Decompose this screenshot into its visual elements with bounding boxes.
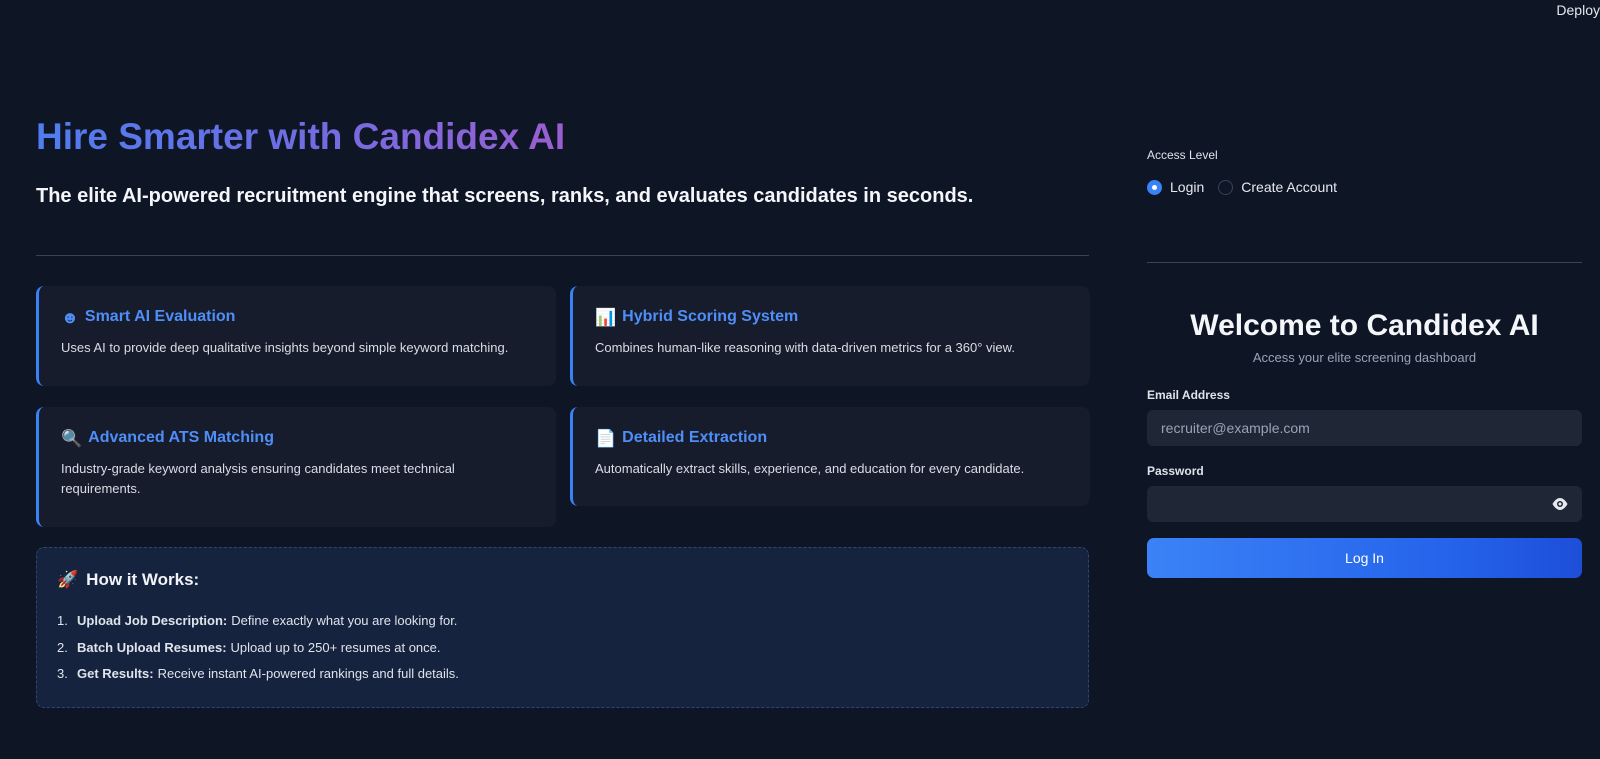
radio-label: Create Account [1241,179,1337,195]
robot-icon: ☻ [61,307,79,327]
feature-card-smart-ai: ☻ Smart AI Evaluation Uses AI to provide… [36,286,556,386]
document-icon: 📄 [595,428,617,448]
password-label: Password [1147,464,1204,478]
feature-card-ats-matching: 🔍 Advanced ATS Matching Industry-grade k… [36,407,556,527]
hero-subtitle: The elite AI-powered recruitment engine … [36,185,974,207]
access-level-label: Access Level [1147,148,1218,162]
feature-card-hybrid-scoring: 📊 Hybrid Scoring System Combines human-l… [570,286,1090,386]
bar-chart-icon: 📊 [595,307,617,327]
feature-title: Detailed Extraction [622,429,768,446]
deploy-button[interactable]: Deploy [1556,2,1600,18]
feature-title: Smart AI Evaluation [84,308,236,325]
radio-selected-icon[interactable] [1147,179,1162,195]
list-item: 3. Get Results: Receive instant AI-power… [57,666,459,681]
hero-title: Hire Smarter with Candidex AI [36,116,566,157]
login-button[interactable]: Log In [1147,538,1582,578]
feature-description: Industry-grade keyword analysis ensuring… [61,461,455,496]
radio-create-account[interactable]: Create Account [1218,179,1337,195]
feature-title: Hybrid Scoring System [622,308,799,325]
welcome-title: Welcome to Candidex AI [1190,309,1539,342]
how-it-works-title: How it Works: [86,570,200,589]
divider [1147,262,1582,263]
magnifier-icon: 🔍 [61,428,83,448]
rocket-icon: 🚀 [57,570,79,589]
radio-label: Login [1170,179,1205,195]
radio-unselected-icon[interactable] [1218,179,1234,195]
steps-list: 1. Upload Job Description: Define exactl… [57,608,1068,688]
feature-description: Uses AI to provide deep qualitative insi… [61,340,509,355]
access-level-radio-group: Login Create Account [1147,179,1337,195]
feature-card-detailed-extraction: 📄 Detailed Extraction Automatically extr… [570,407,1090,506]
feature-description: Automatically extract skills, experience… [595,461,1025,476]
email-label: Email Address [1147,388,1230,402]
password-field[interactable] [1147,486,1582,522]
show-password-eye-icon[interactable] [1551,497,1569,511]
email-field[interactable] [1147,410,1582,446]
divider [36,255,1089,256]
how-it-works-panel: 🚀 How it Works: 1. Upload Job Descriptio… [36,547,1089,708]
list-item: 2. Batch Upload Resumes: Upload up to 25… [57,639,441,655]
welcome-subtitle: Access your elite screening dashboard [1252,350,1477,365]
radio-login[interactable]: Login [1147,179,1204,195]
feature-title: Advanced ATS Matching [88,429,274,446]
feature-description: Combines human-like reasoning with data-… [595,340,1015,355]
list-item: 1. Upload Job Description: Define exactl… [57,613,458,628]
